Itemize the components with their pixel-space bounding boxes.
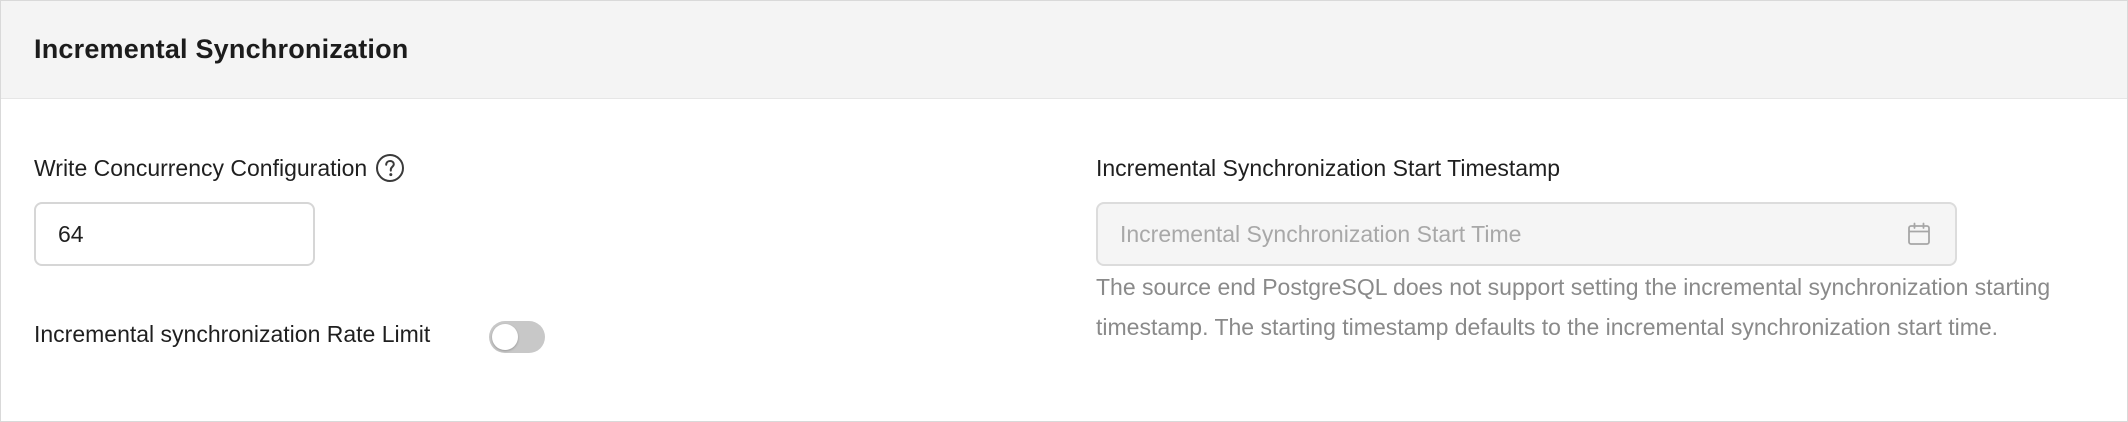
start-timestamp-label-text: Incremental Synchronization Start Timest… xyxy=(1096,154,1561,181)
incremental-sync-panel: Incremental Synchronization Write Concur… xyxy=(0,0,2128,422)
section-title: Incremental Synchronization xyxy=(34,34,409,64)
toggle-knob xyxy=(492,324,518,350)
panel-body: Write Concurrency Configuration Incremen… xyxy=(1,99,2127,421)
rate-limit-label-text: Incremental synchronization Rate Limit xyxy=(34,320,431,347)
start-timestamp-placeholder: Incremental Synchronization Start Time xyxy=(1120,220,1522,247)
calendar-icon xyxy=(1905,220,1933,248)
rate-limit-label: Incremental synchronization Rate Limit xyxy=(34,317,430,351)
write-concurrency-input[interactable] xyxy=(34,202,315,266)
question-circle-icon[interactable] xyxy=(375,153,405,183)
start-timestamp-picker[interactable]: Incremental Synchronization Start Time xyxy=(1096,202,1957,266)
start-timestamp-label: Incremental Synchronization Start Timest… xyxy=(1096,151,1560,185)
panel-header: Incremental Synchronization xyxy=(1,1,2127,99)
rate-limit-toggle[interactable] xyxy=(489,321,545,353)
write-concurrency-label: Write Concurrency Configuration xyxy=(34,151,405,185)
write-concurrency-label-text: Write Concurrency Configuration xyxy=(34,154,368,181)
start-timestamp-help-text: The source end PostgreSQL does not suppo… xyxy=(1096,274,2051,340)
